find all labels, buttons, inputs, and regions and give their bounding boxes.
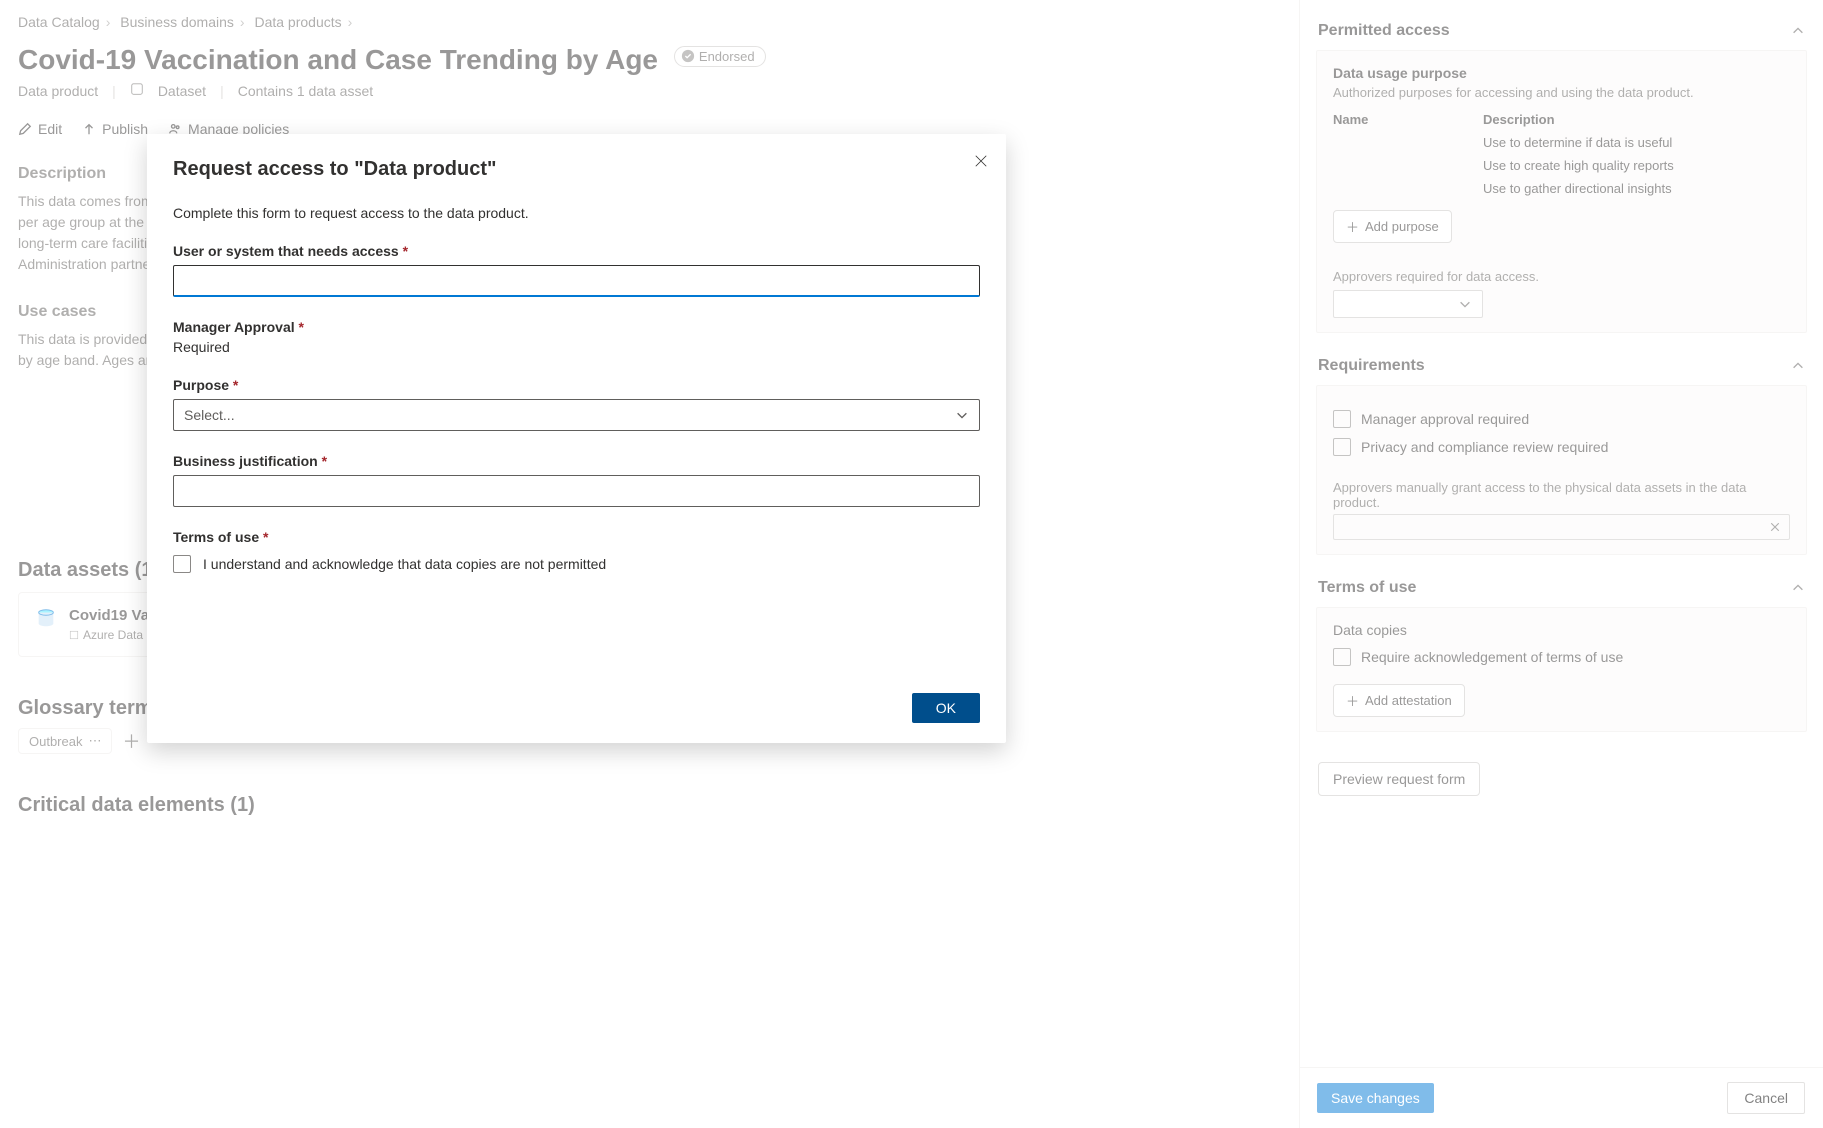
- terms-checkbox[interactable]: [173, 555, 191, 573]
- modal-subtitle: Complete this form to request access to …: [173, 205, 980, 221]
- field-label-user: User or system that needs access *: [173, 243, 980, 259]
- field-label-purpose: Purpose *: [173, 377, 980, 393]
- close-icon: [974, 154, 988, 168]
- field-label-justification: Business justification *: [173, 453, 980, 469]
- modal-title: Request access to "Data product": [173, 158, 980, 181]
- purpose-select[interactable]: Select...: [173, 399, 980, 431]
- ok-button[interactable]: OK: [912, 693, 980, 723]
- field-label-terms: Terms of use *: [173, 529, 980, 545]
- field-label-manager: Manager Approval *: [173, 319, 980, 335]
- justification-input[interactable]: [173, 475, 980, 507]
- user-access-input[interactable]: [173, 265, 980, 297]
- request-access-modal: Request access to "Data product" Complet…: [147, 134, 1006, 743]
- modal-close-button[interactable]: [974, 154, 988, 171]
- manager-approval-value: Required: [173, 339, 980, 355]
- chevron-down-icon: [955, 408, 969, 422]
- terms-checkbox-label: I understand and acknowledge that data c…: [203, 556, 606, 572]
